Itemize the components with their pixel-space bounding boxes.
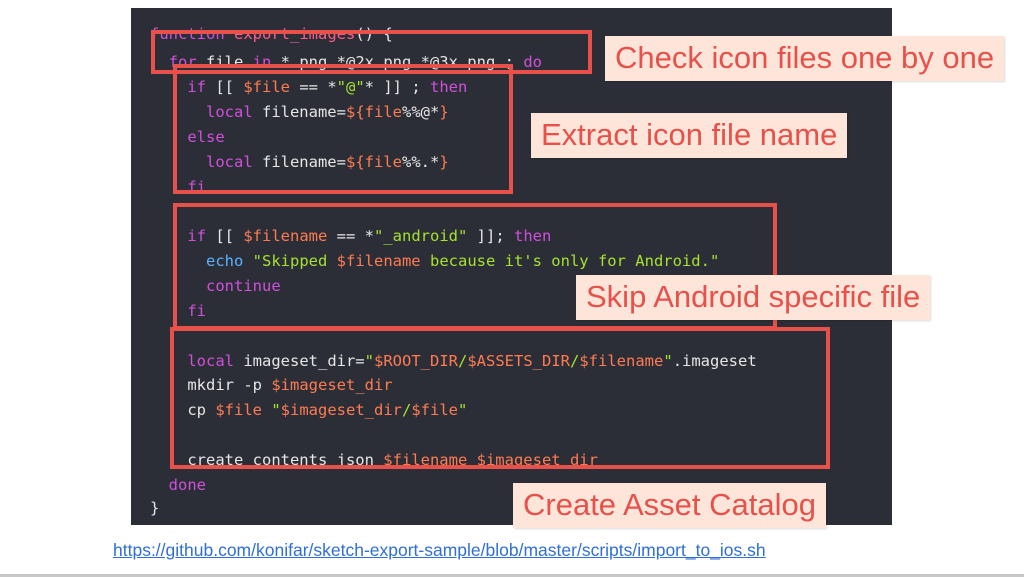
- code-line: }: [150, 496, 159, 521]
- code-line: done: [150, 473, 206, 498]
- highlight-box-create: [170, 327, 830, 469]
- code-token: }: [150, 499, 160, 517]
- callout-skip-android: Skip Android specific file: [576, 275, 931, 320]
- source-link[interactable]: https://github.com/konifar/sketch-export…: [113, 540, 766, 561]
- callout-extract-file-name: Extract icon file name: [531, 113, 848, 158]
- code-token: done: [150, 476, 206, 494]
- highlight-box-extract: [173, 64, 513, 194]
- callout-check-icon-files: Check icon files one by one: [605, 36, 1005, 81]
- callout-create-asset-catalog: Create Asset Catalog: [513, 483, 826, 528]
